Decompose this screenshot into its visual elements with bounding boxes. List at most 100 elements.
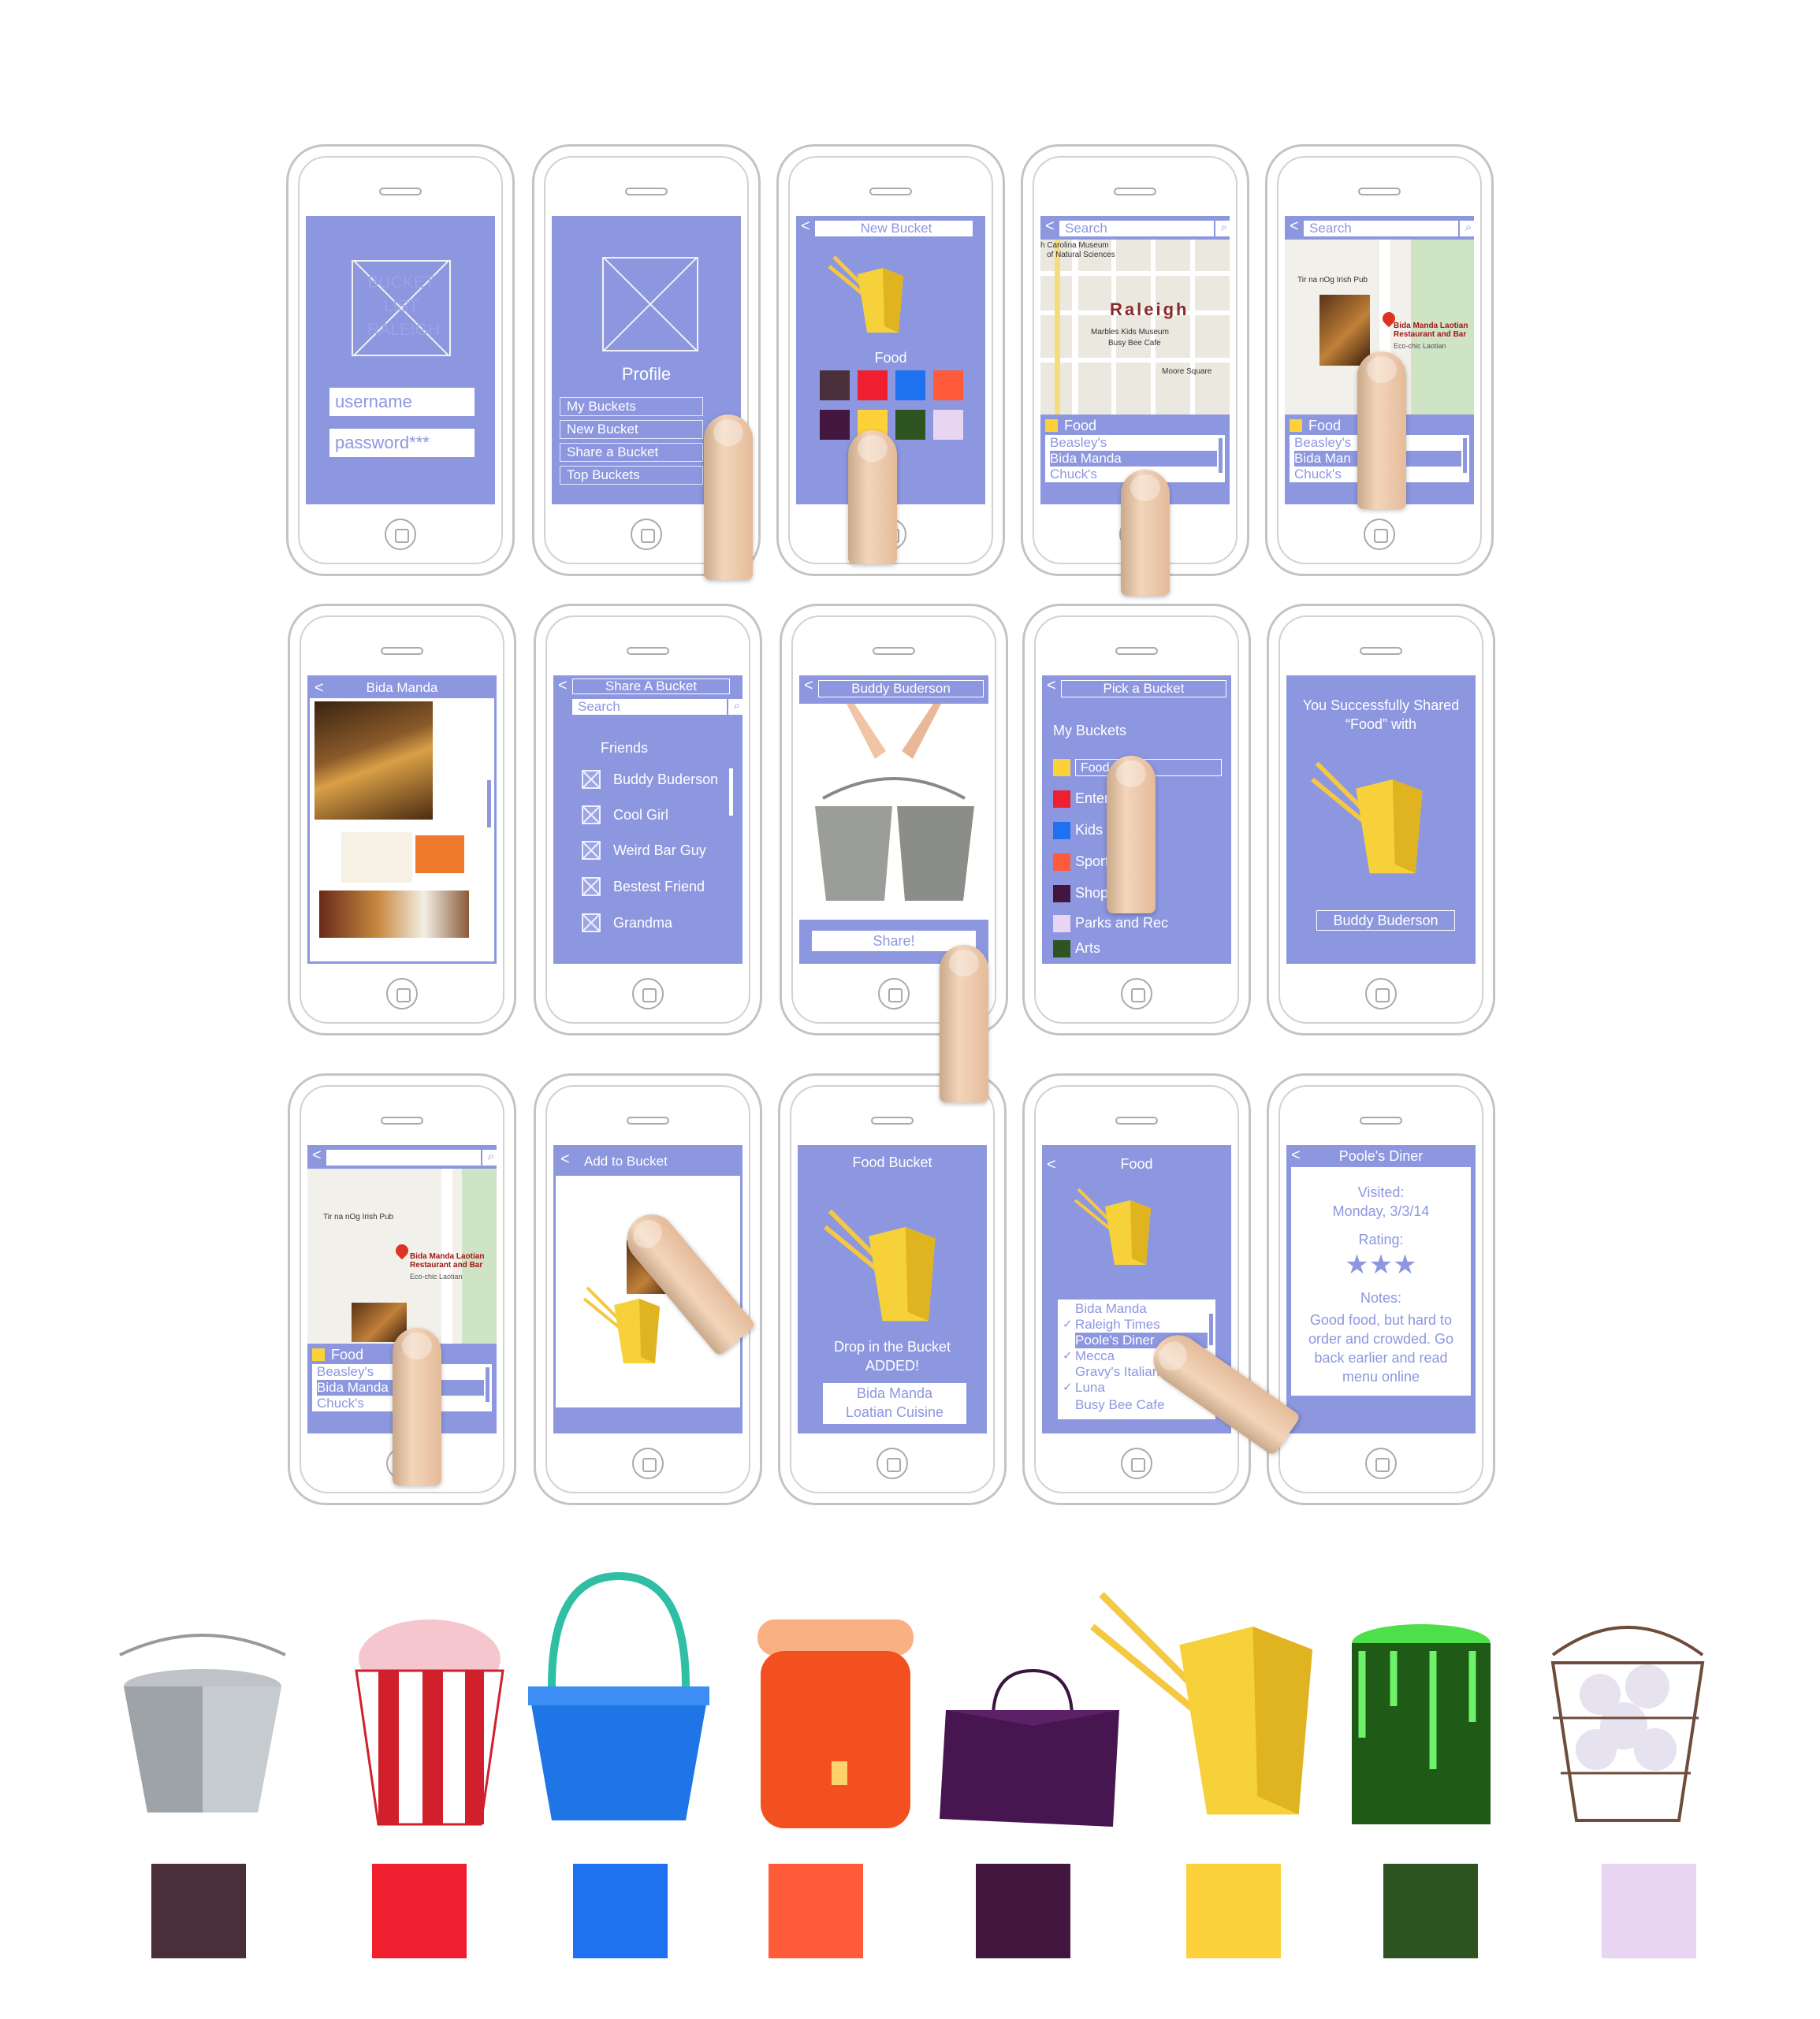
search-icon[interactable]: ⌕ xyxy=(482,1150,497,1166)
speaker xyxy=(1115,1117,1158,1125)
search-icon[interactable]: ⌕ xyxy=(728,699,743,715)
notes-line: order and crowded. Go xyxy=(1308,1331,1454,1347)
swatch-3[interactable] xyxy=(933,370,963,400)
phone-add: < Add to Bucket xyxy=(534,1073,762,1505)
friend-name[interactable]: Buddy Buderson xyxy=(613,772,718,788)
menu-share-bucket[interactable]: Share a Bucket xyxy=(560,443,703,462)
bucket-swatch xyxy=(1053,915,1070,932)
list-item[interactable]: Raleigh Times xyxy=(1075,1317,1208,1333)
palette-swatch-3 xyxy=(769,1864,863,1958)
speaker xyxy=(1115,647,1158,655)
list-item[interactable]: Bida Manda xyxy=(1050,451,1217,467)
back-arrow-icon[interactable]: < xyxy=(312,1145,322,1166)
back-arrow-icon[interactable]: < xyxy=(560,1147,570,1171)
menu-new-bucket[interactable]: New Bucket xyxy=(560,420,703,439)
menu-my-buckets[interactable]: My Buckets xyxy=(560,397,703,416)
username-field[interactable]: username xyxy=(329,388,475,416)
home-button[interactable] xyxy=(386,978,418,1010)
finger-pointer-icon xyxy=(1121,470,1170,596)
swatch-4[interactable] xyxy=(820,410,850,440)
home-button[interactable] xyxy=(632,978,664,1010)
back-arrow-icon[interactable]: < xyxy=(558,675,568,696)
takeout-box-icon xyxy=(1311,761,1423,874)
scrollbar[interactable] xyxy=(486,1367,489,1402)
scrollbar[interactable] xyxy=(1219,438,1223,473)
back-arrow-icon[interactable]: < xyxy=(1047,675,1056,696)
food-list-title: Food xyxy=(1120,1156,1153,1172)
scrollbar[interactable] xyxy=(487,780,491,827)
map-view[interactable]: Tir na nOg Irish Pub Bida Manda Laotian … xyxy=(307,1169,497,1344)
bucket-option[interactable]: Parks and Rec xyxy=(1075,915,1168,931)
friend-checkbox[interactable] xyxy=(582,805,601,824)
friend-checkbox[interactable] xyxy=(582,841,601,860)
scrollbar[interactable] xyxy=(1209,1314,1213,1345)
home-button[interactable] xyxy=(1364,519,1395,550)
home-button[interactable] xyxy=(878,978,910,1010)
list-item[interactable]: Busy Bee Cafe xyxy=(1075,1397,1208,1413)
map-poi-pub: Tir na nOg Irish Pub xyxy=(1297,276,1368,284)
home-button[interactable] xyxy=(1365,1448,1397,1479)
map-poi-main: Bida Manda Laotian Restaurant and Bar xyxy=(410,1252,485,1270)
bucket-swatch xyxy=(1053,885,1070,902)
check-icon: ✓ xyxy=(1063,1318,1073,1331)
map-view[interactable]: h Carolina Museum of Natural Sciences Ra… xyxy=(1040,240,1230,415)
category-chip-label: Food xyxy=(331,1347,364,1363)
speaker xyxy=(627,647,669,655)
phone-pick: < Pick a Bucket My Buckets Food Enter Ki… xyxy=(1022,604,1251,1036)
food-photo xyxy=(319,891,469,938)
back-arrow-icon[interactable]: < xyxy=(804,675,813,696)
add-title: Add to Bucket xyxy=(584,1154,668,1169)
bucket-option[interactable]: Arts xyxy=(1075,940,1100,957)
swatch-7[interactable] xyxy=(933,410,963,440)
profile-title: Profile xyxy=(621,364,672,384)
star-icon: ★ xyxy=(1368,1250,1394,1280)
map-poi-square: Moore Square xyxy=(1162,367,1212,376)
home-button[interactable] xyxy=(631,519,662,550)
bucket-swatch xyxy=(1053,822,1070,839)
scrollbar[interactable] xyxy=(1463,438,1467,473)
bucket-swatch xyxy=(1053,853,1070,871)
friend-name[interactable]: Bestest Friend xyxy=(613,879,705,895)
bucket-option[interactable]: Enter xyxy=(1075,790,1109,807)
friend-name[interactable]: Cool Girl xyxy=(613,807,668,824)
swatch-0[interactable] xyxy=(820,370,850,400)
search-icon[interactable]: ⌕ xyxy=(1215,221,1230,236)
list-item[interactable]: Beasley's xyxy=(1050,435,1217,451)
search-icon[interactable]: ⌕ xyxy=(1460,221,1474,236)
takeout-box-icon xyxy=(582,1286,660,1363)
friend-name[interactable]: Weird Bar Guy xyxy=(613,842,706,859)
back-arrow-icon[interactable]: < xyxy=(1290,216,1299,236)
palette-swatch-7 xyxy=(1602,1864,1696,1958)
friend-name[interactable]: Grandma xyxy=(613,915,672,931)
swatch-1[interactable] xyxy=(858,370,888,400)
notes-line: menu online xyxy=(1342,1369,1420,1385)
swatch-2[interactable] xyxy=(895,370,925,400)
speaker xyxy=(1114,188,1156,195)
swatch-6[interactable] xyxy=(895,410,925,440)
search-field[interactable]: Search xyxy=(1059,221,1214,236)
home-button[interactable] xyxy=(1121,978,1152,1010)
home-button[interactable] xyxy=(632,1448,664,1479)
friend-checkbox[interactable] xyxy=(582,770,601,789)
friend-checkbox[interactable] xyxy=(582,913,601,932)
home-button[interactable] xyxy=(1121,1448,1152,1479)
share-screen: < Share A Bucket Search ⌕ Friends Buddy … xyxy=(553,675,743,964)
back-arrow-icon[interactable]: < xyxy=(801,216,810,236)
search-field[interactable]: Search xyxy=(1304,221,1458,236)
home-button[interactable] xyxy=(877,1448,908,1479)
added-message: ADDED! xyxy=(865,1358,919,1374)
menu-top-buckets[interactable]: Top Buckets xyxy=(560,466,703,485)
search-field[interactable] xyxy=(326,1150,481,1166)
map-poi-cafe: Busy Bee Cafe xyxy=(1108,339,1161,348)
friend-search-field[interactable]: Search xyxy=(572,699,727,715)
home-button[interactable] xyxy=(1365,978,1397,1010)
list-item[interactable]: Bida Manda xyxy=(1075,1301,1208,1317)
scrollbar[interactable] xyxy=(729,768,733,816)
speaker xyxy=(379,188,422,195)
password-field[interactable]: password*** xyxy=(329,429,475,457)
home-button[interactable] xyxy=(385,519,416,550)
friend-checkbox[interactable] xyxy=(582,877,601,896)
back-arrow-icon[interactable]: < xyxy=(1045,216,1055,236)
phone-map-select: < ⌕ Tir na nOg Irish Pub Bida Manda Laot… xyxy=(288,1073,516,1505)
bucket-name-field[interactable]: New Bucket xyxy=(815,221,973,236)
